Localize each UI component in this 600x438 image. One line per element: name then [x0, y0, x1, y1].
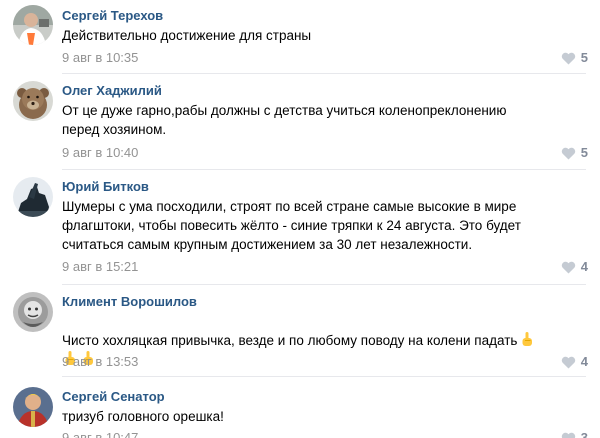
- comment-text-body: Чисто хохляцкая привычка, везде и по люб…: [62, 333, 518, 348]
- avatar[interactable]: [13, 81, 53, 121]
- avatar[interactable]: [13, 292, 53, 332]
- comment-author[interactable]: Олег Хаджилий: [62, 83, 162, 99]
- like-button[interactable]: 4: [561, 354, 588, 370]
- comments-feed: Сергей Терехов Действительно достижение …: [0, 0, 600, 438]
- comment-item: Олег Хаджилий От це дуже гарно,рабы долж…: [0, 74, 600, 170]
- comment-date[interactable]: 9 авг в 10:40: [62, 145, 138, 161]
- pointing-up-hand-emoji: [519, 331, 535, 347]
- comment-text: Чисто хохляцкая привычка, везде и по люб…: [62, 312, 582, 369]
- like-count: 3: [580, 430, 588, 438]
- avatar[interactable]: [13, 387, 53, 427]
- like-count: 4: [580, 259, 588, 274]
- comment-author[interactable]: Юрий Битков: [62, 179, 149, 195]
- like-count: 5: [580, 50, 588, 65]
- comment-item: Климент Ворошилов Чисто хохляцкая привыч…: [0, 285, 600, 377]
- comment-text: Шумеры с ума посходили, строят по всей с…: [62, 199, 521, 252]
- comment-item: Юрий Битков Шумеры с ума посходили, стро…: [0, 170, 600, 285]
- comment-item: Сергей Терехов Действительно достижение …: [0, 0, 600, 74]
- comment-date[interactable]: 9 авг в 13:53: [62, 354, 138, 370]
- comment-date[interactable]: 9 авг в 15:21: [62, 259, 138, 275]
- comment-item: Сергей Сенатор тризуб головного орешка! …: [0, 377, 600, 438]
- comment-author[interactable]: Климент Ворошилов: [62, 294, 197, 310]
- comment-date[interactable]: 9 авг в 10:35: [62, 50, 138, 66]
- heart-icon: [561, 432, 575, 438]
- comment-text: От це дуже гарно,рабы должны с детства у…: [62, 103, 507, 137]
- heart-icon: [561, 52, 575, 65]
- comment-author[interactable]: Сергей Сенатор: [62, 389, 165, 405]
- comment-text: Действительно достижение для страны: [62, 28, 312, 43]
- heart-icon: [561, 261, 575, 274]
- heart-icon: [561, 147, 575, 160]
- like-button[interactable]: 3: [561, 430, 588, 438]
- heart-icon: [561, 356, 575, 369]
- avatar[interactable]: [13, 177, 53, 217]
- comment-author[interactable]: Сергей Терехов: [62, 8, 163, 24]
- like-button[interactable]: 5: [561, 50, 588, 66]
- avatar[interactable]: [13, 5, 53, 45]
- like-button[interactable]: 4: [561, 259, 588, 275]
- like-button[interactable]: 5: [561, 145, 588, 161]
- like-count: 4: [580, 354, 588, 369]
- comment-text: тризуб головного орешка!: [62, 409, 224, 424]
- comment-date[interactable]: 9 авг в 10:47: [62, 430, 138, 438]
- like-count: 5: [580, 145, 588, 160]
